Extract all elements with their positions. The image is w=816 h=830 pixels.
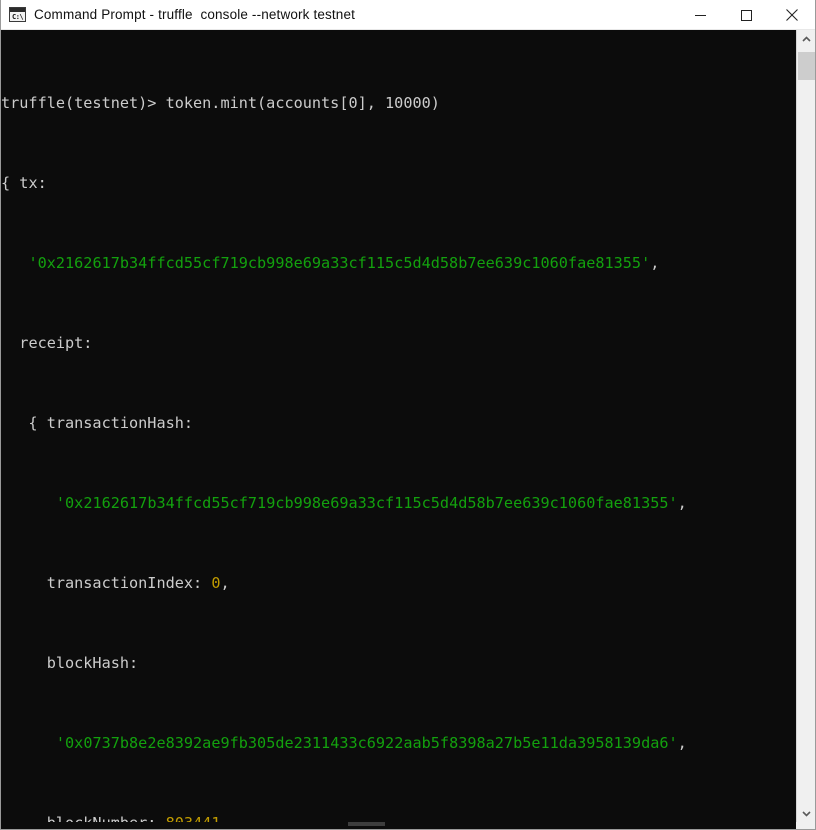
maximize-button[interactable] xyxy=(723,0,769,30)
horizontal-scrollbar[interactable] xyxy=(1,822,815,829)
key-tx: tx: xyxy=(19,174,47,192)
command-prompt-window: C:\ Command Prompt - truffle console --n… xyxy=(0,0,816,830)
console-line: receipt: xyxy=(1,333,798,353)
console-line: transactionIndex: 0, xyxy=(46,574,230,592)
vertical-scrollbar-thumb[interactable] xyxy=(798,52,815,80)
console-line: blockHash: xyxy=(1,653,798,673)
key-block-hash: blockHash: xyxy=(46,654,139,672)
value-block-hash: 0x0737b8e2e8392ae9fb305de2311433c6922aab… xyxy=(65,734,669,752)
window-title: Command Prompt - truffle console --netwo… xyxy=(34,7,356,22)
value-tx-hash: 0x2162617b34ffcd55cf719cb998e69a33cf115c… xyxy=(37,254,642,272)
console-line: { transactionHash: xyxy=(1,414,194,432)
console-line: { tx: xyxy=(1,174,47,192)
key-receipt: receipt: xyxy=(19,334,93,352)
console-output-area[interactable]: truffle(testnet)> token.mint(accounts[0]… xyxy=(1,30,798,823)
console-line-command: truffle(testnet)> token.mint(accounts[0]… xyxy=(1,93,798,113)
horizontal-scrollbar-thumb[interactable] xyxy=(348,822,385,826)
key-transaction-hash: transactionHash: xyxy=(46,414,194,432)
console-icon: C:\ xyxy=(9,7,26,22)
value-receipt-transaction-hash: 0x2162617b34ffcd55cf719cb998e69a33cf115c… xyxy=(65,494,669,512)
minimize-button[interactable] xyxy=(677,0,723,30)
scroll-up-icon[interactable] xyxy=(797,30,815,49)
scrollbar-corner xyxy=(796,822,815,829)
title-bar[interactable]: C:\ Command Prompt - truffle console --n… xyxy=(1,0,815,30)
command-text: token.mint(accounts[0], 10000) xyxy=(165,94,440,112)
console-text: truffle(testnet)> token.mint(accounts[0]… xyxy=(1,30,798,823)
vertical-scrollbar[interactable] xyxy=(796,30,815,823)
window-controls xyxy=(677,0,815,30)
key-transaction-index: transactionIndex: xyxy=(46,574,203,592)
scroll-down-icon[interactable] xyxy=(797,804,815,823)
prompt-label: truffle(testnet)> xyxy=(1,94,166,112)
close-button[interactable] xyxy=(769,0,815,30)
console-line: '0x0737b8e2e8392ae9fb305de2311433c6922aa… xyxy=(55,734,687,752)
console-line: '0x2162617b34ffcd55cf719cb998e69a33cf115… xyxy=(28,254,660,272)
console-line: '0x2162617b34ffcd55cf719cb998e69a33cf115… xyxy=(55,494,687,512)
